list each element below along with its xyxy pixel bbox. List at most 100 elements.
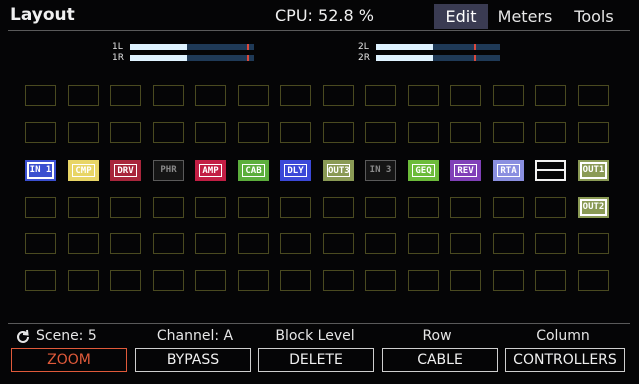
- grid-cell-empty[interactable]: [238, 85, 269, 106]
- block-rev[interactable]: REV: [450, 160, 481, 181]
- tab-tools[interactable]: Tools: [566, 4, 622, 29]
- grid-cell-empty[interactable]: [195, 197, 226, 218]
- block-rta[interactable]: RTA: [493, 160, 524, 181]
- grid-cell-empty[interactable]: [578, 85, 609, 106]
- grid-cell-empty[interactable]: [238, 122, 269, 143]
- grid-cell-empty[interactable]: [323, 197, 354, 218]
- grid-cell-empty[interactable]: [365, 197, 396, 218]
- tab-edit[interactable]: Edit: [434, 4, 488, 29]
- grid-cell-empty[interactable]: [68, 85, 99, 106]
- block-level-knob-label[interactable]: Block Level: [258, 328, 372, 344]
- grid-cell-empty[interactable]: [493, 233, 524, 254]
- grid-cell-empty[interactable]: [195, 85, 226, 106]
- grid-cell-empty[interactable]: [493, 122, 524, 143]
- grid-cell-empty[interactable]: [195, 122, 226, 143]
- grid-cell-empty[interactable]: [408, 270, 439, 291]
- grid-cell-empty[interactable]: [153, 122, 184, 143]
- grid-cell-empty[interactable]: [450, 233, 481, 254]
- grid-cell-empty[interactable]: [578, 270, 609, 291]
- grid-cell-empty[interactable]: [110, 233, 141, 254]
- grid-cell-empty[interactable]: [323, 233, 354, 254]
- grid-cell-empty[interactable]: [493, 270, 524, 291]
- grid-cell-empty[interactable]: [25, 197, 56, 218]
- grid-cell-empty[interactable]: [280, 233, 311, 254]
- grid-cell-empty[interactable]: [238, 270, 269, 291]
- grid-cell-empty[interactable]: [280, 197, 311, 218]
- grid-cell-empty[interactable]: [408, 122, 439, 143]
- block-label: DLY: [284, 164, 307, 177]
- block-label: REV: [454, 164, 477, 177]
- grid-cell-empty[interactable]: [68, 197, 99, 218]
- grid-cell-empty[interactable]: [535, 197, 566, 218]
- grid-cell-empty[interactable]: [280, 270, 311, 291]
- block-dly[interactable]: DLY: [280, 160, 311, 181]
- block-label: AMP: [199, 164, 222, 177]
- tab-meters[interactable]: Meters: [492, 4, 558, 29]
- block-out3[interactable]: OUT3: [323, 160, 354, 181]
- grid-cell-empty[interactable]: [25, 85, 56, 106]
- grid-cell-empty[interactable]: [323, 270, 354, 291]
- grid-cell-empty[interactable]: [408, 85, 439, 106]
- grid-cell-empty[interactable]: [323, 122, 354, 143]
- delete-button[interactable]: DELETE: [258, 348, 374, 372]
- grid-cell-empty[interactable]: [365, 85, 396, 106]
- grid-cell-empty[interactable]: [68, 270, 99, 291]
- grid-cell-empty[interactable]: [578, 233, 609, 254]
- grid-cell-empty[interactable]: [365, 122, 396, 143]
- grid-cell-empty[interactable]: [323, 85, 354, 106]
- block-cab[interactable]: CAB: [238, 160, 269, 181]
- grid-cell-empty[interactable]: [535, 85, 566, 106]
- grid-cell-empty[interactable]: [408, 197, 439, 218]
- block-geq[interactable]: GEQ: [408, 160, 439, 181]
- grid-cell-empty[interactable]: [25, 122, 56, 143]
- grid-cell-empty[interactable]: [450, 270, 481, 291]
- grid-cell-empty[interactable]: [153, 270, 184, 291]
- grid-cell-empty[interactable]: [25, 270, 56, 291]
- grid-cell-empty[interactable]: [450, 122, 481, 143]
- grid-cell-empty[interactable]: [535, 270, 566, 291]
- grid-cell-empty[interactable]: [68, 233, 99, 254]
- block-out2[interactable]: OUT2: [578, 197, 609, 218]
- block-in3[interactable]: IN 3: [365, 160, 396, 181]
- cable-button[interactable]: CABLE: [382, 348, 498, 372]
- grid-cell-empty[interactable]: [365, 233, 396, 254]
- block-cmp[interactable]: CMP: [68, 160, 99, 181]
- column-knob-label[interactable]: Column: [508, 328, 618, 344]
- block-label: OUT3: [327, 164, 350, 177]
- shunt-block[interactable]: [535, 160, 566, 181]
- grid-cell-empty[interactable]: [280, 85, 311, 106]
- grid-cell-empty[interactable]: [493, 197, 524, 218]
- grid-cell-empty[interactable]: [238, 233, 269, 254]
- channel-knob-label[interactable]: Channel: A: [140, 328, 250, 344]
- block-drv[interactable]: DRV: [110, 160, 141, 181]
- block-amp[interactable]: AMP: [195, 160, 226, 181]
- grid-cell-empty[interactable]: [110, 197, 141, 218]
- grid-cell-empty[interactable]: [535, 233, 566, 254]
- controllers-button[interactable]: CONTROLLERS: [505, 348, 625, 372]
- bypass-button[interactable]: BYPASS: [135, 348, 251, 372]
- grid-cell-empty[interactable]: [493, 85, 524, 106]
- grid-cell-empty[interactable]: [408, 233, 439, 254]
- zoom-button[interactable]: ZOOM: [11, 348, 127, 372]
- grid-cell-empty[interactable]: [153, 85, 184, 106]
- grid-cell-empty[interactable]: [365, 270, 396, 291]
- block-in1[interactable]: IN 1: [25, 160, 56, 181]
- grid-cell-empty[interactable]: [450, 85, 481, 106]
- grid-cell-empty[interactable]: [195, 270, 226, 291]
- grid-cell-empty[interactable]: [68, 122, 99, 143]
- grid-cell-empty[interactable]: [25, 233, 56, 254]
- grid-cell-empty[interactable]: [535, 122, 566, 143]
- row-knob-label[interactable]: Row: [384, 328, 490, 344]
- grid-cell-empty[interactable]: [578, 122, 609, 143]
- grid-cell-empty[interactable]: [450, 197, 481, 218]
- grid-cell-empty[interactable]: [110, 122, 141, 143]
- grid-cell-empty[interactable]: [153, 233, 184, 254]
- grid-cell-empty[interactable]: [110, 85, 141, 106]
- block-phr[interactable]: PHR: [153, 160, 184, 181]
- grid-cell-empty[interactable]: [238, 197, 269, 218]
- grid-cell-empty[interactable]: [195, 233, 226, 254]
- grid-cell-empty[interactable]: [110, 270, 141, 291]
- grid-cell-empty[interactable]: [153, 197, 184, 218]
- block-out1[interactable]: OUT1: [578, 160, 609, 181]
- grid-cell-empty[interactable]: [280, 122, 311, 143]
